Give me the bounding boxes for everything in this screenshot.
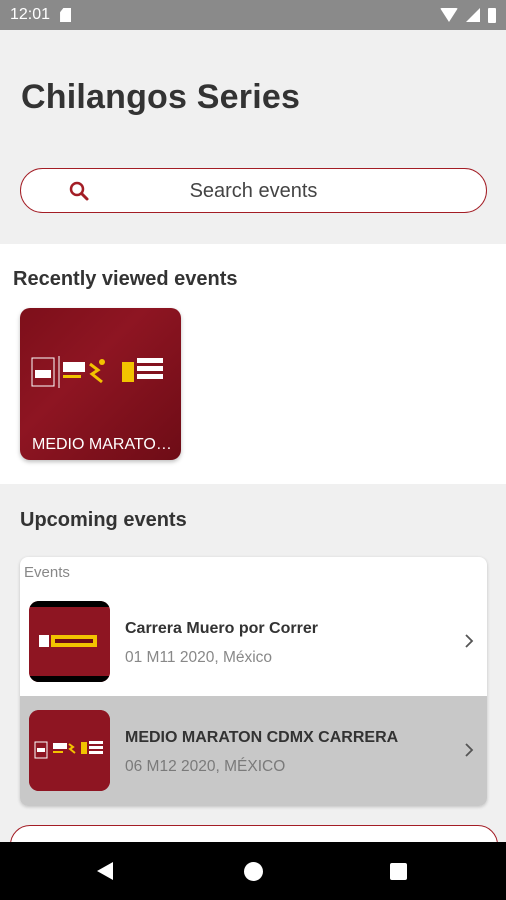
wifi-icon	[440, 8, 458, 22]
event-name: MEDIO MARATON CDMX CARRERA	[125, 729, 399, 746]
event-thumbnail	[29, 710, 110, 791]
chevron-right-icon	[465, 634, 474, 648]
events-list: Events Carrera Muero por Correr 01 M11 2…	[20, 557, 487, 806]
home-icon[interactable]	[244, 862, 263, 881]
recent-event-card[interactable]: MEDIO MARATON CDMX CARRERA	[20, 308, 181, 460]
system-nav-bar	[0, 842, 506, 900]
sd-card-icon	[60, 8, 72, 22]
event-row[interactable]: MEDIO MARATON CDMX CARRERA 06 M12 2020, …	[20, 696, 487, 806]
event-thumbnail	[29, 601, 110, 682]
chevron-right-icon	[465, 743, 474, 757]
event-row[interactable]: Carrera Muero por Correr 01 M11 2020, Mé…	[20, 587, 487, 697]
search-input[interactable]: Search events	[20, 168, 487, 213]
recently-viewed-section: Recently viewed events MEDIO MARATON CDM…	[0, 244, 506, 484]
cell-signal-icon	[466, 8, 480, 22]
recent-event-label: MEDIO MARATON CDMX CARRERA	[32, 436, 172, 453]
page-title: Chilangos Series	[21, 78, 301, 116]
recently-viewed-title: Recently viewed events	[13, 268, 238, 290]
event-date-location: 01 M11 2020, México	[125, 649, 273, 666]
event-date-location: 06 M12 2020, MÉXICO	[125, 758, 286, 775]
search-placeholder: Search events	[189, 180, 318, 202]
event-name: Carrera Muero por Correr	[125, 620, 318, 637]
battery-icon	[488, 7, 496, 23]
events-list-header: Events	[24, 564, 70, 581]
recents-icon[interactable]	[390, 863, 407, 880]
status-time: 12:01	[10, 6, 51, 23]
event-logo-image	[31, 356, 163, 388]
back-icon[interactable]	[97, 862, 113, 880]
upcoming-events-title: Upcoming events	[20, 509, 187, 531]
status-bar: 12:01	[0, 0, 506, 30]
status-icons	[440, 7, 496, 23]
